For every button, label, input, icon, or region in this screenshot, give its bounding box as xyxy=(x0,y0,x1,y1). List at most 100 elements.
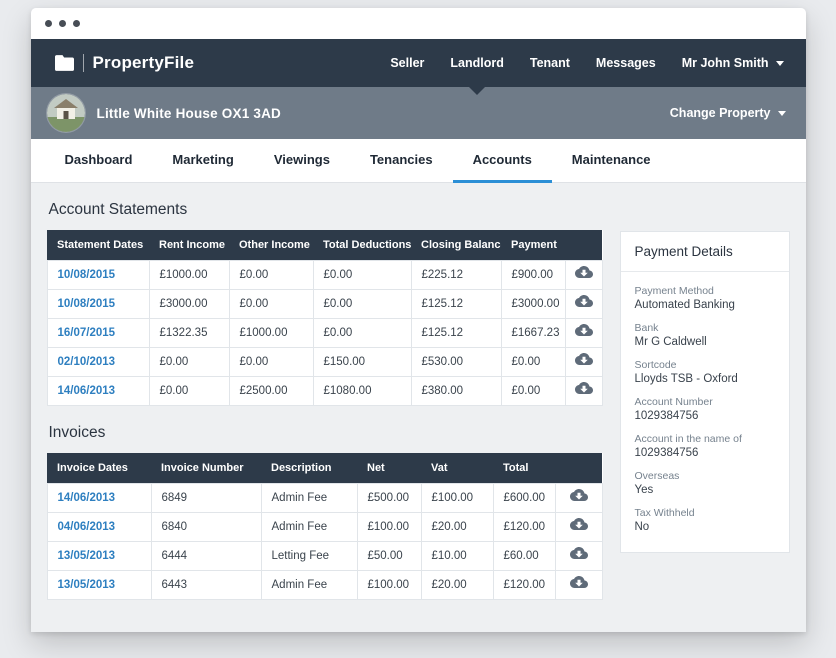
payment-details-field: Account Number 1029384756 xyxy=(635,396,775,422)
description-cell: Admin Fee xyxy=(261,484,357,513)
cloud-download-icon[interactable] xyxy=(570,518,588,533)
tab-bar: Dashboard Marketing Viewings Tenancies A… xyxy=(31,139,806,183)
invoice-number-cell: 6840 xyxy=(151,513,261,542)
property-avatar xyxy=(47,94,85,132)
tab-marketing[interactable]: Marketing xyxy=(152,139,253,183)
field-label: Payment Method xyxy=(635,285,775,297)
statement-date-link[interactable]: 14/06/2013 xyxy=(47,377,149,406)
other-income-cell: £1000.00 xyxy=(229,319,313,348)
payment-details-field: Account in the name of 1029384756 xyxy=(635,433,775,459)
window-control-dot[interactable] xyxy=(45,20,52,27)
column-header: Total Deductions xyxy=(313,230,411,261)
cloud-download-icon[interactable] xyxy=(575,324,593,339)
net-cell: £100.00 xyxy=(357,571,421,600)
cloud-download-icon[interactable] xyxy=(575,353,593,368)
field-value: No xyxy=(635,521,775,533)
closing-balance-cell: £380.00 xyxy=(411,377,501,406)
window-control-dot[interactable] xyxy=(73,20,80,27)
table-row: 14/06/2013 6849 Admin Fee £500.00 £100.0… xyxy=(47,484,602,513)
main-nav: Seller Landlord Tenant Messages Mr John … xyxy=(390,39,783,87)
download-cell xyxy=(555,484,602,513)
chevron-down-icon xyxy=(776,61,784,66)
nav-seller[interactable]: Seller xyxy=(390,39,424,87)
download-cell xyxy=(555,513,602,542)
nav-tenant[interactable]: Tenant xyxy=(530,39,570,87)
payment-cell: £1667.23 xyxy=(501,319,565,348)
total-cell: £600.00 xyxy=(493,484,555,513)
statement-date-link[interactable]: 02/10/2013 xyxy=(47,348,149,377)
column-header: Invoice Number xyxy=(151,453,261,484)
cloud-download-icon[interactable] xyxy=(570,547,588,562)
nav-messages[interactable]: Messages xyxy=(596,39,656,87)
cloud-download-icon[interactable] xyxy=(570,489,588,504)
rent-income-cell: £1322.35 xyxy=(149,319,229,348)
chevron-down-icon xyxy=(778,111,786,116)
invoice-date-link[interactable]: 13/05/2013 xyxy=(47,542,151,571)
total-deductions-cell: £150.00 xyxy=(313,348,411,377)
payment-details-field: Tax Withheld No xyxy=(635,507,775,533)
statements-table-header: Statement Dates Rent Income Other Income… xyxy=(47,230,602,261)
cloud-download-icon[interactable] xyxy=(570,576,588,591)
field-value: 1029384756 xyxy=(635,410,775,422)
field-label: Sortcode xyxy=(635,359,775,371)
column-header: Description xyxy=(261,453,357,484)
download-cell xyxy=(555,571,602,600)
cloud-download-icon[interactable] xyxy=(575,295,593,310)
field-label: Account Number xyxy=(635,396,775,408)
payment-details-field: Bank Mr G Caldwell xyxy=(635,322,775,348)
nav-landlord[interactable]: Landlord xyxy=(450,39,503,87)
field-value: Lloyds TSB - Oxford xyxy=(635,373,775,385)
invoice-date-link[interactable]: 04/06/2013 xyxy=(47,513,151,542)
field-label: Overseas xyxy=(635,470,775,482)
window-control-dot[interactable] xyxy=(59,20,66,27)
download-cell xyxy=(565,348,602,377)
payment-details-field: Payment Method Automated Banking xyxy=(635,285,775,311)
tab-dashboard[interactable]: Dashboard xyxy=(45,139,153,183)
app-window: PropertyFile Seller Landlord Tenant Mess… xyxy=(31,8,806,632)
column-header: Total xyxy=(493,453,555,484)
field-value: Mr G Caldwell xyxy=(635,336,775,348)
download-cell xyxy=(555,542,602,571)
change-property-button[interactable]: Change Property xyxy=(670,106,786,120)
main-content: Account Statements Statement Dates Rent … xyxy=(31,183,806,616)
total-cell: £120.00 xyxy=(493,571,555,600)
tab-viewings[interactable]: Viewings xyxy=(254,139,350,183)
invoice-number-cell: 6443 xyxy=(151,571,261,600)
payment-details-card: Payment Details Payment Method Automated… xyxy=(620,231,790,553)
property-bar: Little White House OX1 3AD Change Proper… xyxy=(31,87,806,139)
invoices-table: Invoice Dates Invoice Number Description… xyxy=(47,453,603,600)
invoice-date-link[interactable]: 13/05/2013 xyxy=(47,571,151,600)
tab-tenancies[interactable]: Tenancies xyxy=(350,139,453,183)
total-cell: £120.00 xyxy=(493,513,555,542)
tab-maintenance[interactable]: Maintenance xyxy=(552,139,671,183)
download-cell xyxy=(565,377,602,406)
cloud-download-icon[interactable] xyxy=(575,382,593,397)
statement-date-link[interactable]: 10/08/2015 xyxy=(47,261,149,290)
active-nav-pointer xyxy=(469,87,485,95)
description-cell: Admin Fee xyxy=(261,571,357,600)
cloud-download-icon[interactable] xyxy=(575,266,593,281)
invoice-date-link[interactable]: 14/06/2013 xyxy=(47,484,151,513)
total-cell: £60.00 xyxy=(493,542,555,571)
invoice-number-cell: 6444 xyxy=(151,542,261,571)
payment-details-field: Overseas Yes xyxy=(635,470,775,496)
closing-balance-cell: £125.12 xyxy=(411,290,501,319)
app-logo[interactable]: PropertyFile xyxy=(55,53,195,73)
field-value: Yes xyxy=(635,484,775,496)
field-label: Tax Withheld xyxy=(635,507,775,519)
content-left-column: Account Statements Statement Dates Rent … xyxy=(47,195,602,600)
payment-details-body: Payment Method Automated Banking Bank Mr… xyxy=(621,272,789,552)
payment-details-field: Sortcode Lloyds TSB - Oxford xyxy=(635,359,775,385)
statement-date-link[interactable]: 10/08/2015 xyxy=(47,290,149,319)
logo-text: PropertyFile xyxy=(93,53,195,73)
statement-date-link[interactable]: 16/07/2015 xyxy=(47,319,149,348)
payment-cell: £0.00 xyxy=(501,377,565,406)
user-menu[interactable]: Mr John Smith xyxy=(682,39,784,87)
tab-accounts[interactable]: Accounts xyxy=(453,139,552,183)
other-income-cell: £2500.00 xyxy=(229,377,313,406)
column-header-empty xyxy=(565,230,602,261)
other-income-cell: £0.00 xyxy=(229,348,313,377)
download-cell xyxy=(565,290,602,319)
other-income-cell: £0.00 xyxy=(229,290,313,319)
invoices-table-header: Invoice Dates Invoice Number Description… xyxy=(47,453,602,484)
